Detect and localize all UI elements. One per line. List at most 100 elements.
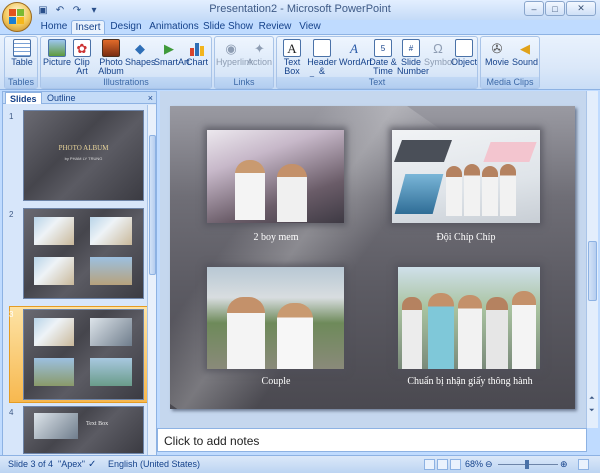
- zoom-level[interactable]: 68%: [465, 456, 483, 473]
- customize-qat-icon[interactable]: ▾: [87, 3, 101, 17]
- tab-insert[interactable]: Insert: [71, 20, 105, 34]
- slide-sorter-icon[interactable]: [437, 459, 448, 470]
- quick-access-toolbar: ▣ ↶ ↷ ▾: [36, 3, 101, 17]
- object-icon: [455, 39, 473, 57]
- normal-view-icon[interactable]: [424, 459, 435, 470]
- thumb-text: Text Box: [86, 421, 109, 427]
- thumb-photo: [34, 257, 74, 285]
- chart-icon: [188, 39, 206, 57]
- photo-album-button[interactable]: Photo Album: [95, 39, 127, 77]
- wordart-icon: A: [350, 40, 358, 56]
- tab-slide-show[interactable]: Slide Show: [201, 20, 255, 34]
- text-box-button[interactable]: A Text Box: [279, 39, 305, 77]
- tab-review[interactable]: Review: [256, 20, 294, 34]
- tab-home[interactable]: Home: [36, 20, 72, 34]
- scroll-thumb[interactable]: [149, 135, 156, 275]
- group-label: Text: [277, 77, 477, 88]
- tab-animations[interactable]: Animations: [148, 20, 200, 34]
- smartart-button[interactable]: ▶ SmartArt: [154, 39, 190, 77]
- photo-doi-chip-chip[interactable]: [392, 130, 540, 223]
- caption-photo-3: Couple: [261, 376, 291, 387]
- office-button[interactable]: [2, 2, 32, 32]
- tab-view[interactable]: View: [294, 20, 326, 34]
- photo-album-icon: [102, 39, 120, 57]
- slide-number-icon: #: [402, 39, 420, 57]
- slideshow-view-icon[interactable]: [450, 459, 461, 470]
- clip-art-button[interactable]: ✿ Clip Art: [70, 39, 94, 77]
- title-bar: Presentation2 - Microsoft PowerPoint ▣ ↶…: [0, 0, 600, 20]
- person-figure: [486, 297, 508, 369]
- restore-button[interactable]: □: [545, 1, 565, 16]
- hyperlink-button[interactable]: ◉ Hyperlink: [216, 39, 254, 77]
- shapes-button[interactable]: ◆ Shapes: [125, 39, 156, 77]
- notes-pane[interactable]: Click to add notes: [157, 428, 587, 452]
- prev-slide-icon[interactable]: ⏶: [589, 395, 595, 403]
- tab-slides[interactable]: Slides: [5, 92, 42, 104]
- slide-number: 2: [9, 210, 14, 219]
- header-footer-icon: [313, 39, 331, 57]
- caption-photo-1: 2 boy mem: [253, 232, 299, 243]
- pane-tabs: Slides Outline ×: [3, 92, 156, 104]
- picture-button[interactable]: Picture: [42, 39, 72, 77]
- sound-button[interactable]: ◀ Sound: [511, 39, 539, 77]
- group-label: Links: [215, 77, 273, 88]
- person-figure: [500, 164, 516, 216]
- person-figure: [446, 166, 462, 216]
- next-slide-icon[interactable]: ⏷: [589, 407, 595, 415]
- person-figure: [458, 295, 482, 369]
- clip-art-icon: ✿: [73, 39, 91, 57]
- save-icon[interactable]: ▣: [36, 3, 50, 17]
- slide-number: 1: [9, 112, 14, 121]
- object-button[interactable]: Object: [451, 39, 477, 77]
- date-time-button[interactable]: 5 Date & Time: [369, 39, 397, 77]
- photo-couple[interactable]: [207, 267, 344, 369]
- person-figure: [277, 164, 307, 222]
- laptop-shape: [394, 174, 444, 214]
- table-button[interactable]: Table: [7, 39, 37, 77]
- group-links: ◉ Hyperlink ✦ Action Links: [214, 36, 274, 89]
- spell-check-icon[interactable]: ✓: [88, 456, 96, 473]
- slide-editor: 2 boy mem Đội Chíp Chíp Couple Chuẩn bị …: [160, 91, 598, 428]
- group-tables: Table Tables: [4, 36, 38, 89]
- group-illustrations: Picture ✿ Clip Art Photo Album ◆ Shapes …: [40, 36, 212, 89]
- person-figure: [277, 303, 313, 369]
- slide-thumbnail-3[interactable]: [23, 309, 144, 400]
- zoom-out-icon[interactable]: ⊖: [485, 456, 493, 473]
- symbol-button[interactable]: Ω Symbol: [424, 39, 454, 77]
- chart-button[interactable]: Chart: [184, 39, 210, 77]
- theme-name[interactable]: "Apex": [58, 456, 85, 473]
- thumb-photo: [34, 358, 74, 386]
- person-figure: [227, 297, 265, 369]
- caption-photo-2: Đội Chíp Chíp: [436, 232, 496, 243]
- slide-thumbnail-2[interactable]: [23, 208, 144, 299]
- laptop-shape: [393, 140, 453, 162]
- tab-outline[interactable]: Outline: [43, 92, 80, 104]
- zoom-slider-thumb[interactable]: [525, 460, 529, 469]
- minimize-button[interactable]: –: [524, 1, 544, 16]
- slide-thumbnail-1[interactable]: PHOTO ALBUM by PHAM LY TRUNG: [23, 110, 144, 201]
- slide-scrollbar[interactable]: ⏶ ⏷: [586, 91, 598, 428]
- movie-button[interactable]: ✇ Movie: [482, 39, 512, 77]
- slides-pane-scrollbar[interactable]: [147, 105, 156, 455]
- wordart-button[interactable]: A WordArt: [339, 39, 372, 77]
- current-slide[interactable]: 2 boy mem Đội Chíp Chíp Couple Chuẩn bị …: [170, 106, 575, 409]
- close-pane-icon[interactable]: ×: [148, 92, 153, 104]
- close-button[interactable]: ✕: [566, 1, 596, 16]
- action-icon: ✦: [254, 40, 265, 56]
- photo-chuan-bi[interactable]: [398, 267, 540, 369]
- undo-icon[interactable]: ↶: [53, 3, 67, 17]
- ribbon: Table Tables Picture ✿ Clip Art Photo Al…: [0, 34, 600, 90]
- header-footer-button[interactable]: Header & Footer: [305, 39, 339, 85]
- slide-thumbnail-4[interactable]: Text Box: [23, 406, 144, 454]
- caption-photo-4: Chuẩn bị nhận giấy thông hành: [407, 376, 533, 387]
- scroll-thumb[interactable]: [588, 241, 597, 301]
- zoom-in-icon[interactable]: ⊕: [560, 456, 568, 473]
- language-indicator[interactable]: English (United States): [108, 456, 200, 473]
- person-figure: [512, 291, 536, 369]
- redo-icon[interactable]: ↷: [70, 3, 84, 17]
- fit-to-window-icon[interactable]: [578, 459, 589, 470]
- tab-design[interactable]: Design: [107, 20, 145, 34]
- slide-number-button[interactable]: # Slide Number: [397, 39, 429, 77]
- action-button[interactable]: ✦ Action: [246, 39, 273, 77]
- photo-2-boy-mem[interactable]: [207, 130, 344, 223]
